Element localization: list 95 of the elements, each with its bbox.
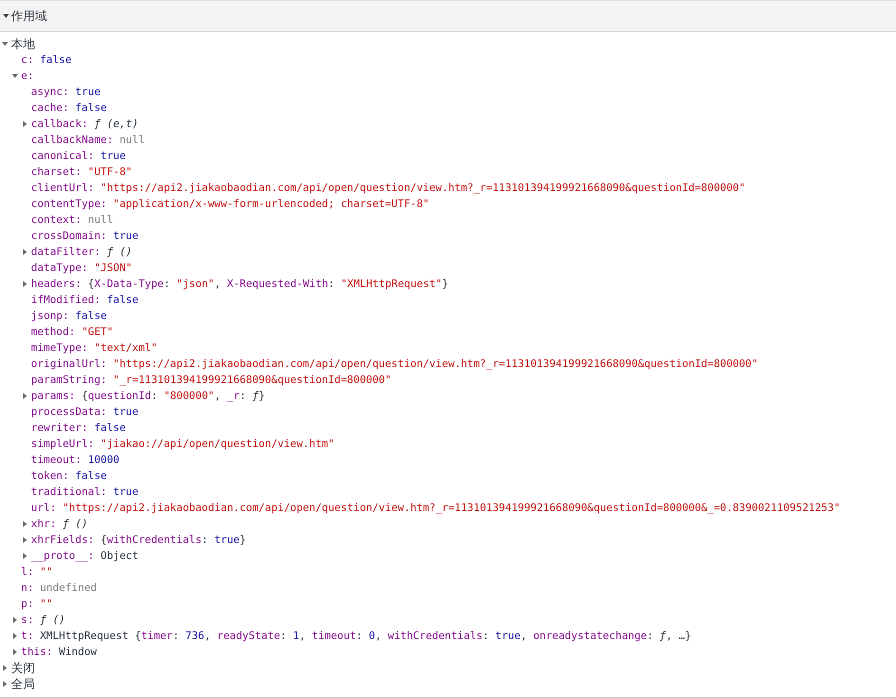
property-name: simpleUrl: <box>31 438 94 450</box>
property-name: n: <box>21 582 34 594</box>
property-name: ifModified: <box>31 294 101 306</box>
property-name: token: <box>31 470 69 482</box>
disclosure-triangle-icon[interactable] <box>21 392 29 400</box>
property-value: "https://api2.jiakaobaodian.com/api/open/question/view.htm?_r=113101394199921668090&questionId=800000" <box>113 358 758 370</box>
property-name: processData: <box>31 406 107 418</box>
property-value: "_r=113101394199921668090&questionId=800000" <box>113 374 392 386</box>
property-name: __proto__: <box>31 550 94 562</box>
property-value: null <box>119 134 145 146</box>
property-value: "jiakao://api/open/question/view.htm" <box>100 438 334 450</box>
disclosure-triangle-icon[interactable] <box>21 536 29 544</box>
disclosure-triangle-icon[interactable] <box>1 40 9 48</box>
property-value: false <box>75 470 107 482</box>
scope-name[interactable]: 全局 <box>11 676 35 692</box>
property-value: Object <box>100 550 138 562</box>
disclosure-triangle-icon[interactable] <box>11 616 19 624</box>
object-preview: {questionId: "800000", _r: ƒ} <box>82 390 265 402</box>
property-name: params: <box>31 390 76 402</box>
property-name: dataFilter: <box>31 246 101 258</box>
object-preview: XMLHttpRequest {timer: 736, readyState: 1, timeout: 0, withCredentials: true, onreadystatechange: ƒ, …} <box>40 630 692 642</box>
property-name: cache: <box>31 102 69 114</box>
disclosure-triangle-icon[interactable] <box>1 664 9 672</box>
property-value: undefined <box>40 582 97 594</box>
property-name: callback: <box>31 118 88 130</box>
property-name: jsonp: <box>31 310 69 322</box>
property-value: true <box>113 486 138 498</box>
property-value: true <box>113 230 138 242</box>
scope-name[interactable]: 本地 <box>11 36 35 52</box>
property-value: "JSON" <box>94 262 132 274</box>
property-value: ƒ () <box>40 614 66 626</box>
section-title: 作用域 <box>11 8 47 24</box>
disclosure-triangle-icon[interactable] <box>11 648 19 656</box>
disclosure-triangle-icon[interactable] <box>21 520 29 528</box>
property-value: Window <box>58 646 97 658</box>
property-value: "https://api2.jiakaobaodian.com/api/open/question/view.htm?_r=113101394199921668090&questionId=800000" <box>100 182 746 194</box>
property-name: t: <box>21 630 34 642</box>
property-value: false <box>75 102 107 114</box>
property-value: false <box>40 54 72 66</box>
property-name: dataType: <box>31 262 88 274</box>
property-name: callbackName: <box>31 134 114 146</box>
disclosure-triangle-icon[interactable] <box>11 632 19 640</box>
disclosure-triangle-icon[interactable] <box>2 12 10 20</box>
property-value: null <box>88 214 114 226</box>
property-name: headers: <box>31 278 82 290</box>
property-name: async: <box>31 86 69 98</box>
property-value: false <box>94 422 126 434</box>
property-name: canonical: <box>31 150 94 162</box>
property-value: "https://api2.jiakaobaodian.com/api/open/question/view.htm?_r=113101394199921668090&questionId=800000&_=0.8390021109521253" <box>62 502 840 514</box>
disclosure-triangle-icon[interactable] <box>1 680 9 688</box>
property-name: method: <box>31 326 76 338</box>
property-name: context: <box>31 214 82 226</box>
property-name: e: <box>21 70 34 82</box>
disclosure-triangle-icon[interactable] <box>21 552 29 560</box>
section-header[interactable]: 作用域 <box>0 0 896 32</box>
property-value: false <box>75 310 107 322</box>
object-preview: {withCredentials: true} <box>100 534 246 546</box>
property-value: "" <box>40 598 53 610</box>
property-name: originalUrl: <box>31 358 107 370</box>
disclosure-triangle-icon[interactable] <box>21 248 29 256</box>
property-name: url: <box>31 502 56 514</box>
property-name: c: <box>21 54 34 66</box>
property-value: "UTF-8" <box>88 166 132 178</box>
property-name: l: <box>21 566 34 578</box>
property-value: true <box>100 150 126 162</box>
property-name: s: <box>21 614 34 626</box>
property-name: traditional: <box>31 486 107 498</box>
property-name: xhr: <box>31 518 56 530</box>
property-value: ƒ (e,t) <box>94 118 138 130</box>
property-value: true <box>75 86 101 98</box>
property-name: rewriter: <box>31 422 88 434</box>
property-name: mimeType: <box>31 342 88 354</box>
property-name: charset: <box>31 166 82 178</box>
object-preview: {X-Data-Type: "json", X-Requested-With: "XMLHttpRequest"} <box>88 278 448 290</box>
disclosure-triangle-icon[interactable] <box>21 120 29 128</box>
property-value: 10000 <box>88 454 120 466</box>
property-name: paramString: <box>31 374 107 386</box>
property-value: false <box>106 294 138 306</box>
disclosure-triangle-icon[interactable] <box>11 72 19 80</box>
property-name: contentType: <box>31 198 107 210</box>
property-value: "GET" <box>82 326 114 338</box>
disclosure-triangle-icon[interactable] <box>21 280 29 288</box>
scope-name[interactable]: 关闭 <box>11 660 35 676</box>
property-value: "application/x-www-form-urlencoded; charset=UTF-8" <box>113 198 430 210</box>
property-name: p: <box>21 598 34 610</box>
property-value: ƒ () <box>106 246 132 258</box>
property-name: crossDomain: <box>31 230 107 242</box>
property-name: xhrFields: <box>31 534 94 546</box>
property-name: clientUrl: <box>31 182 94 194</box>
property-value: "text/xml" <box>94 342 158 354</box>
property-name: timeout: <box>31 454 82 466</box>
property-name: this: <box>21 646 53 658</box>
property-value: "" <box>40 566 53 578</box>
property-value: true <box>113 406 138 418</box>
property-value: ƒ () <box>62 518 88 530</box>
